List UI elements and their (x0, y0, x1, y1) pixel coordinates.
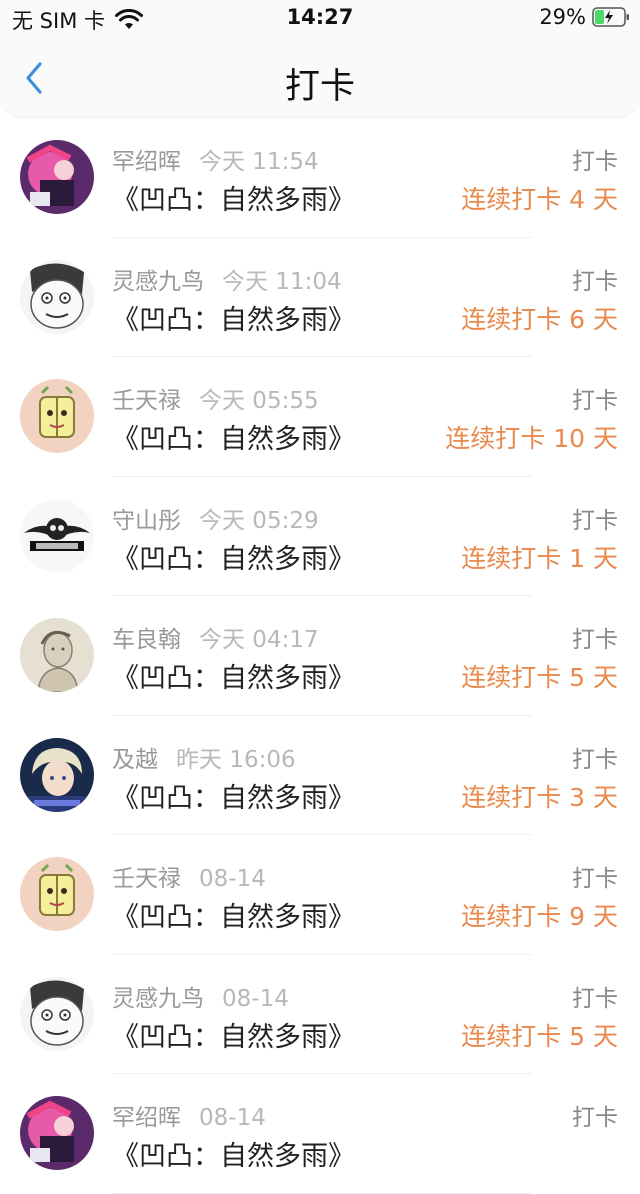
checkin-time: 08-14 (199, 1105, 266, 1131)
checkin-row[interactable]: 守山彤 今天 05:29 《凹凸：自然多雨》 打卡连续打卡 1 天 (0, 477, 640, 596)
page-title: 打卡 (284, 67, 355, 107)
row-meta: 罕绍晖 今天 11:54 (112, 142, 319, 176)
book-title: 《凹凸：自然多雨》 (112, 902, 355, 933)
avatar[interactable] (20, 140, 94, 214)
checkin-row[interactable]: 灵感九鸟 今天 11:04 《凹凸：自然多雨》 打卡连续打卡 6 天 (0, 238, 640, 357)
battery-percent: 29% (539, 5, 586, 29)
checkin-action-label: 打卡 (572, 268, 618, 295)
checkin-time: 今天 11:04 (222, 268, 342, 295)
user-name[interactable]: 灵感九鸟 (112, 986, 204, 1012)
user-name[interactable]: 罕绍晖 (112, 149, 181, 175)
book-title: 《凹凸：自然多雨》 (112, 1141, 355, 1172)
checkin-action-label: 打卡 (572, 746, 618, 773)
checkin-row[interactable]: 罕绍晖 今天 11:54 《凹凸：自然多雨》 打卡连续打卡 4 天 (0, 118, 640, 238)
avatar[interactable] (20, 976, 94, 1051)
avatar[interactable] (20, 379, 94, 453)
user-name[interactable]: 守山彤 (112, 508, 181, 534)
streak-label: 连续打卡 5 天 (461, 663, 618, 692)
streak-label: 连续打卡 9 天 (461, 902, 618, 931)
checkin-list: 罕绍晖 今天 11:54 《凹凸：自然多雨》 打卡 连续打卡 4 天灵感九鸟 今天 11:… (0, 118, 640, 1194)
streak-label: 连续打卡 4 天 (461, 185, 618, 214)
book-title: 《凹凸：自然多雨》 (112, 424, 355, 455)
streak-label: 连续打卡 10 天 (445, 424, 618, 453)
streak-label: 连续打卡 5 天 (461, 1021, 618, 1051)
user-name[interactable]: 及越 (112, 747, 158, 773)
row-meta: 车良翰 今天 04:17 (112, 620, 319, 654)
checkin-action-label: 打卡 (572, 985, 618, 1012)
checkin-time: 今天 05:55 (199, 388, 319, 414)
row-meta: 罕绍晖 08-14 (112, 1098, 266, 1132)
checkin-row[interactable]: 及越 昨天 16:06 《凹凸：自然多雨》 打卡连续打卡 3 天 (0, 716, 640, 835)
row-meta: 壬天禄 08-14 (112, 859, 266, 893)
checkin-action-label: 打卡 (572, 507, 618, 534)
book-title: 《凹凸：自然多雨》 (112, 543, 355, 575)
book-title: 《凹凸：自然多雨》 (112, 782, 355, 814)
streak-label: 连续打卡 1 天 (461, 543, 618, 573)
avatar[interactable] (20, 1096, 94, 1170)
book-title: 《凹凸：自然多雨》 (112, 185, 355, 216)
battery-charging-icon (592, 7, 629, 27)
checkin-time: 昨天 16:06 (176, 746, 296, 773)
nav-bar: 打卡 (0, 36, 640, 116)
avatar[interactable] (20, 737, 94, 812)
checkin-row[interactable]: 罕绍晖 08-14 《凹凸：自然多雨》 打卡 (0, 1074, 640, 1194)
avatar[interactable] (20, 259, 94, 334)
checkin-row[interactable]: 车良翰 今天 04:17 《凹凸：自然多雨》 打卡连续打卡 5 天 (0, 596, 640, 716)
checkin-row[interactable]: 壬天禄 今天 05:55 《凹凸：自然多雨》 打卡连续打卡 10 天 (0, 357, 640, 477)
checkin-time: 08-14 (222, 985, 289, 1012)
row-divider (112, 1192, 532, 1194)
checkin-action-label: 打卡 (572, 866, 618, 892)
row-meta: 守山彤 今天 05:29 (112, 501, 319, 535)
book-title: 《凹凸：自然多雨》 (112, 1021, 355, 1053)
checkin-action-label: 打卡 (572, 388, 618, 414)
avatar[interactable] (20, 498, 94, 573)
avatar[interactable] (20, 618, 94, 692)
avatar[interactable] (20, 857, 94, 931)
checkin-action-label: 打卡 (572, 1105, 618, 1131)
checkin-row[interactable]: 壬天禄 08-14 《凹凸：自然多雨》 打卡连续打卡 9 天 (0, 835, 640, 955)
checkin-time: 今天 05:29 (199, 507, 319, 534)
user-name[interactable]: 壬天禄 (112, 388, 181, 414)
streak-label: 连续打卡 3 天 (461, 782, 618, 812)
checkin-time: 08-14 (199, 866, 266, 892)
status-bar: 无 SIM 卡 14:27 29% (0, 0, 640, 36)
status-right: 29% (539, 5, 630, 29)
checkin-time: 今天 04:17 (199, 627, 319, 653)
checkin-action-label: 打卡 (572, 149, 618, 175)
row-meta: 壬天禄 今天 05:55 (112, 381, 319, 415)
book-title: 《凹凸：自然多雨》 (112, 304, 355, 336)
checkin-action-label: 打卡 (572, 627, 618, 653)
row-meta: 灵感九鸟 今天 11:04 (112, 262, 342, 296)
checkin-row[interactable]: 灵感九鸟 08-14 《凹凸：自然多雨》 打卡连续打卡 5 天 (0, 955, 640, 1074)
book-title: 《凹凸：自然多雨》 (112, 663, 355, 694)
row-meta: 灵感九鸟 08-14 (112, 979, 289, 1013)
user-name[interactable]: 壬天禄 (112, 866, 181, 892)
user-name[interactable]: 罕绍晖 (112, 1105, 181, 1131)
checkin-time: 今天 11:54 (199, 149, 319, 175)
streak-label: 连续打卡 6 天 (461, 304, 618, 334)
user-name[interactable]: 灵感九鸟 (112, 269, 204, 295)
row-meta: 及越 昨天 16:06 (112, 740, 296, 774)
user-name[interactable]: 车良翰 (112, 627, 181, 653)
